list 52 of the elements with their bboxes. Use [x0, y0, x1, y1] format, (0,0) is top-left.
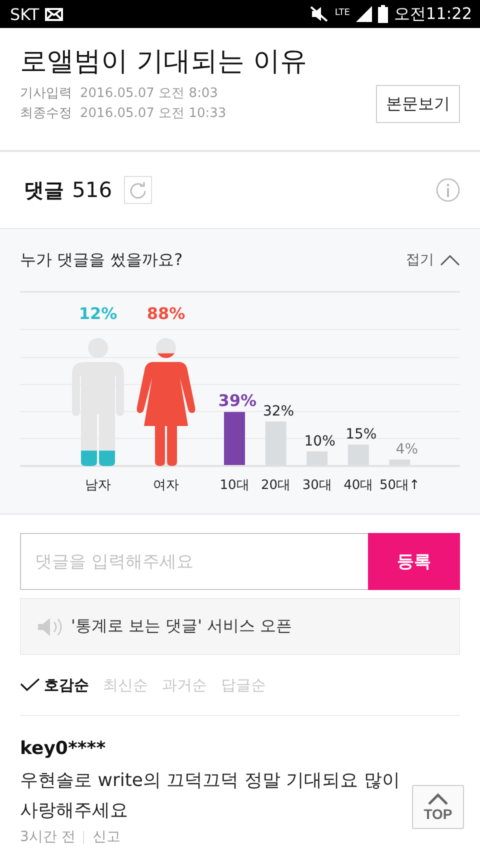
- stats-title: 누가 댓글을 썼을까요?: [20, 250, 183, 270]
- age-label: 10대: [220, 478, 250, 493]
- notice-text: '통계로 보는 댓글' 서비스 오픈: [71, 616, 292, 637]
- age-label: 40대: [344, 478, 374, 493]
- battery-icon: [378, 5, 388, 23]
- age-label: 30대: [302, 478, 332, 493]
- comment-input-field[interactable]: 댓글을 입력해주세요: [20, 533, 368, 590]
- submit-button[interactable]: 등록: [368, 533, 460, 590]
- gender-label: 남자: [85, 478, 111, 493]
- notice-banner[interactable]: '통계로 보는 댓글' 서비스 오픈: [20, 598, 460, 655]
- mail-icon: [45, 8, 64, 20]
- comments-label: 댓글: [24, 176, 64, 204]
- percent-sign: %: [280, 403, 294, 420]
- signal-icon: [356, 6, 372, 22]
- bar-value-label: 15: [346, 426, 364, 443]
- bar-value-label: 32: [262, 403, 281, 420]
- comment-author: key0****: [20, 737, 107, 761]
- age-label: 50대↑: [379, 478, 420, 493]
- comment-count: 516: [72, 178, 112, 202]
- collapse-toggle[interactable]: 접기: [406, 251, 460, 269]
- mute-icon: [308, 5, 329, 23]
- refresh-icon[interactable]: [124, 176, 152, 204]
- view-article-button[interactable]: 본문보기: [376, 85, 460, 123]
- percent-sign: %: [363, 426, 377, 443]
- chevron-up-icon: [440, 254, 460, 266]
- bar-value-label: 4: [396, 442, 405, 458]
- percent-sign: %: [404, 442, 418, 458]
- meta-date: 2016.05.07 오전 10:33: [80, 106, 226, 121]
- comment-text: 우현솔로 write의 끄덕끄덕 정말 기대되요 많이 사랑해주세요: [20, 769, 401, 823]
- bar-value-label: 39: [218, 390, 240, 410]
- gender-percent: 88%: [146, 304, 186, 323]
- chevron-up-icon: [427, 792, 449, 804]
- percent-sign: %: [322, 433, 336, 450]
- sort-tab[interactable]: 호감순: [20, 676, 89, 694]
- meta-label: 최종수정: [20, 106, 72, 121]
- percent-sign: %: [240, 390, 257, 410]
- carrier-name: SKT: [10, 4, 40, 24]
- gender-percent: 12%: [78, 304, 118, 323]
- top-button[interactable]: TOP: [412, 785, 464, 829]
- bar-value-label: 10: [304, 433, 322, 450]
- report-link[interactable]: 신고: [92, 828, 120, 846]
- clock: 오전11:22: [394, 4, 472, 24]
- network-label: LTE: [334, 8, 350, 18]
- age-label: 20대: [261, 478, 291, 493]
- checkmark-icon: [20, 678, 40, 692]
- age-bar: [224, 412, 245, 465]
- article-title: 로앨범이 기대되는 이유: [20, 45, 308, 79]
- comment-time: 3시간 전: [20, 828, 76, 846]
- meta-date: 2016.05.07 오전 8:03: [80, 86, 218, 101]
- gender-label: 여자: [153, 478, 179, 493]
- info-icon[interactable]: [436, 178, 460, 202]
- meta-label: 기사입력: [20, 86, 72, 101]
